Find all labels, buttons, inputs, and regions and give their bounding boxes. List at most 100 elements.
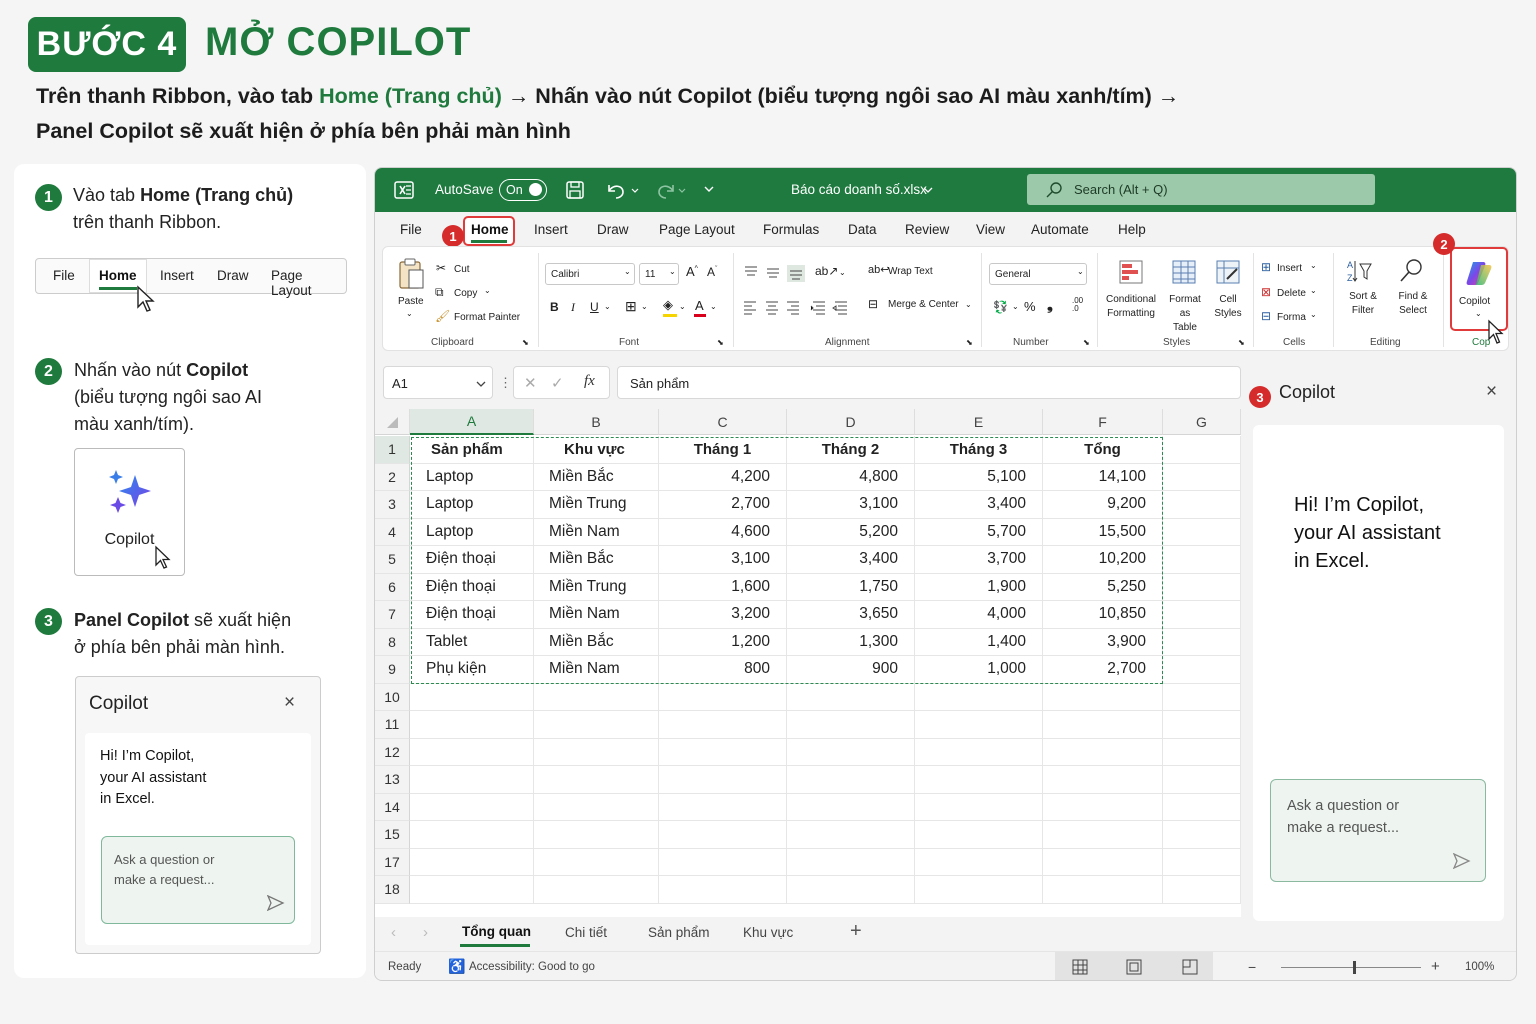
empty-cell[interactable] <box>1043 683 1163 711</box>
empty-cell[interactable] <box>1163 546 1241 574</box>
file-name[interactable]: Báo cáo doanh số.xlsx <box>791 182 927 197</box>
empty-cell[interactable] <box>1163 821 1241 849</box>
empty-cell[interactable] <box>915 683 1043 711</box>
add-sheet-icon[interactable]: + <box>850 920 862 943</box>
table-cell[interactable]: Miền Nam <box>534 518 659 546</box>
table-cell[interactable]: Laptop <box>410 491 534 519</box>
table-cell[interactable]: 5,250 <box>1043 573 1163 601</box>
chevron-down-icon[interactable] <box>703 183 715 195</box>
empty-cell[interactable] <box>1163 848 1241 876</box>
dialog-launcher-icon[interactable]: ⬊ <box>1083 338 1090 347</box>
zoom-level[interactable]: 100% <box>1465 961 1494 973</box>
empty-cell[interactable] <box>659 711 787 739</box>
empty-cell[interactable] <box>410 683 534 711</box>
row-header-6[interactable]: 6 <box>375 573 410 601</box>
empty-cell[interactable] <box>1163 683 1241 711</box>
table-cell[interactable]: Tablet <box>410 628 534 656</box>
empty-cell[interactable] <box>534 876 659 904</box>
page-layout-view-icon[interactable] <box>1126 959 1142 975</box>
table-cell[interactable]: 2,700 <box>1043 656 1163 684</box>
send-icon[interactable] <box>1453 853 1471 869</box>
table-cell[interactable]: 5,200 <box>787 518 915 546</box>
table-header-cell[interactable]: Tháng 1 <box>659 436 787 464</box>
table-cell[interactable]: 10,200 <box>1043 546 1163 574</box>
empty-cell[interactable] <box>1043 711 1163 739</box>
table-header-cell[interactable]: Sản phẩm <box>410 436 534 464</box>
autosave-toggle[interactable]: On <box>499 179 547 201</box>
table-cell[interactable]: Điện thoại <box>410 601 534 629</box>
currency-icon[interactable]: 💱 <box>993 300 1008 314</box>
insert-cells-button[interactable]: Insert <box>1277 263 1302 274</box>
empty-cell[interactable] <box>787 793 915 821</box>
empty-cell[interactable] <box>787 848 915 876</box>
tab-page-layout[interactable]: Page Layout <box>659 222 735 237</box>
table-cell[interactable]: 2,700 <box>659 491 787 519</box>
table-header-cell[interactable]: Tháng 3 <box>915 436 1043 464</box>
increase-font-icon[interactable]: A^ <box>686 264 698 279</box>
sheet-tab-san-pham[interactable]: Sản phẩm <box>648 925 710 940</box>
format-as-table-icon[interactable] <box>1171 259 1197 285</box>
table-cell[interactable]: 10,850 <box>1043 601 1163 629</box>
save-icon[interactable] <box>565 180 585 200</box>
empty-cell[interactable] <box>787 821 915 849</box>
accessibility-status[interactable]: Accessibility: Good to go <box>469 961 595 973</box>
italic-icon[interactable]: I <box>571 300 575 315</box>
table-cell[interactable]: Laptop <box>410 463 534 491</box>
dialog-launcher-icon[interactable]: ⬊ <box>522 338 529 347</box>
next-sheet-icon[interactable]: › <box>423 924 428 941</box>
row-header-14[interactable]: 14 <box>375 793 410 821</box>
column-header-C[interactable]: C <box>659 409 787 435</box>
row-header-3[interactable]: 3 <box>375 491 410 519</box>
find-select-icon[interactable] <box>1398 257 1426 285</box>
table-cell[interactable]: 3,900 <box>1043 628 1163 656</box>
table-cell[interactable]: 5,700 <box>915 518 1043 546</box>
formula-input[interactable]: Sản phẩm <box>617 366 1241 399</box>
dialog-launcher-icon[interactable]: ⬊ <box>1238 338 1245 347</box>
row-header-13[interactable]: 13 <box>375 766 410 794</box>
empty-cell[interactable] <box>1043 821 1163 849</box>
tab-file[interactable]: File <box>400 222 422 237</box>
cancel-icon[interactable]: ✕ <box>524 374 537 392</box>
table-cell[interactable]: Điện thoại <box>410 573 534 601</box>
more-options-icon[interactable]: ⋮ <box>499 375 512 391</box>
empty-cell[interactable] <box>1163 876 1241 904</box>
find-select-button[interactable]: Find & Select <box>1391 290 1435 318</box>
delete-cells-button[interactable]: Delete <box>1277 288 1306 299</box>
empty-cell[interactable] <box>915 848 1043 876</box>
enter-icon[interactable]: ✓ <box>551 374 564 392</box>
empty-cell[interactable] <box>1163 463 1241 491</box>
empty-cell[interactable] <box>1163 491 1241 519</box>
empty-cell[interactable] <box>410 738 534 766</box>
paste-icon[interactable] <box>397 257 425 291</box>
empty-cell[interactable] <box>915 821 1043 849</box>
dialog-launcher-icon[interactable]: ⬊ <box>966 338 973 347</box>
empty-cell[interactable] <box>659 793 787 821</box>
page-break-view-icon[interactable] <box>1182 959 1198 975</box>
empty-cell[interactable] <box>1163 766 1241 794</box>
undo-icon[interactable] <box>605 180 641 200</box>
table-cell[interactable]: 9,200 <box>1043 491 1163 519</box>
tab-automate[interactable]: Automate <box>1031 222 1089 237</box>
table-cell[interactable]: 4,800 <box>787 463 915 491</box>
table-cell[interactable]: 1,400 <box>915 628 1043 656</box>
empty-cell[interactable] <box>410 848 534 876</box>
conditional-formatting-button[interactable]: Conditional Formatting <box>1103 293 1159 321</box>
table-header-cell[interactable]: Khu vực <box>534 436 659 464</box>
empty-cell[interactable] <box>1163 793 1241 821</box>
empty-cell[interactable] <box>659 876 787 904</box>
column-header-E[interactable]: E <box>915 409 1043 435</box>
sheet-tab-tong-quan[interactable]: Tổng quan <box>462 924 531 939</box>
tab-view[interactable]: View <box>976 222 1005 237</box>
empty-cell[interactable] <box>534 793 659 821</box>
row-header-18[interactable]: 18 <box>375 876 410 904</box>
row-header-10[interactable]: 10 <box>375 683 410 711</box>
font-name-select[interactable]: Calibri <box>545 263 635 285</box>
empty-cell[interactable] <box>534 711 659 739</box>
table-cell[interactable]: 3,650 <box>787 601 915 629</box>
table-cell[interactable]: Phụ kiện <box>410 656 534 684</box>
empty-cell[interactable] <box>1043 766 1163 794</box>
format-painter-button[interactable]: Format Painter <box>454 312 520 323</box>
table-cell[interactable]: 4,200 <box>659 463 787 491</box>
redo-icon[interactable] <box>655 180 691 200</box>
empty-cell[interactable] <box>659 738 787 766</box>
